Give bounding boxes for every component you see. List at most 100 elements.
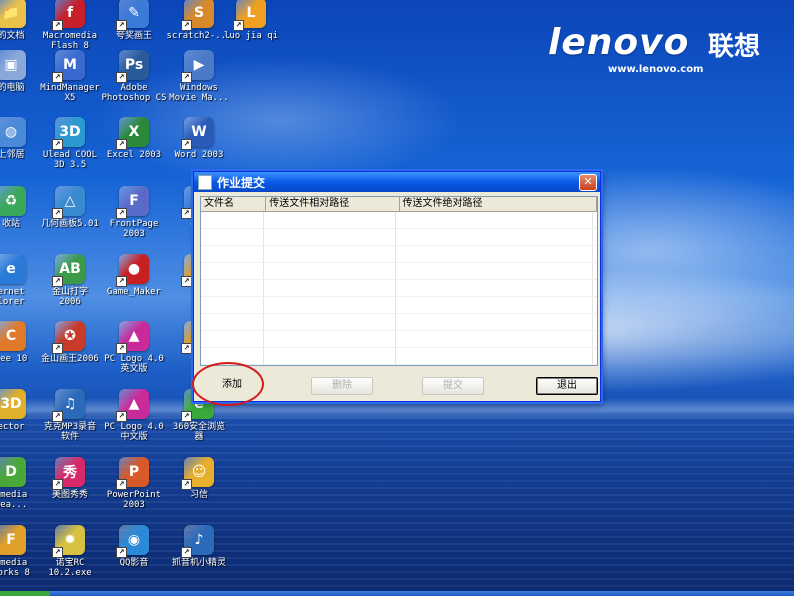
table-row[interactable] [201,348,597,365]
cool3d-icon: 3D ↗ [52,117,85,150]
table-row[interactable] [201,229,597,246]
table-header: 文件名 传送文件相对路径 传送文件绝对路径 [201,197,597,212]
desktop-icon[interactable]: ✎ ↗ 夸奖画王 [101,0,167,41]
shortcut-arrow-icon: ↗ [52,139,63,150]
table-cell [264,263,396,279]
table-row[interactable] [201,280,597,297]
shortcut-arrow-icon: ↗ [181,20,192,31]
desktop-icon[interactable]: X ↗ Excel 2003 [101,117,167,160]
desktop-icon-label: 360安全浏览 器 [172,422,226,442]
audio-capture-icon: ♪ ↗ [181,525,214,558]
table-row[interactable] [201,212,597,229]
shortcut-arrow-icon: ↗ [116,72,127,83]
desktop-icon[interactable]: ▶ ↗ Windows Movie Ma... [166,50,232,103]
desktop-icon[interactable]: ✪ ↗ 金山画王2006 [37,321,103,364]
desktop-icon-label: 抓音机小精灵 [171,558,226,568]
pclogo-cn-icon: ▲ ↗ [116,389,149,422]
shortcut-arrow-icon: ↗ [116,276,127,287]
table-cell [396,314,593,330]
taskbar[interactable] [0,591,794,596]
dreamweaver-icon: D [0,457,26,487]
desktop-icon[interactable]: AB ↗ 金山打字 2006 [37,254,103,307]
table-cell [396,229,593,245]
table-cell [264,246,396,262]
desktop-icon[interactable]: P ↗ PowerPoint 2003 [101,457,167,510]
desktop-icon-label: 几何画板5.01 [41,219,99,229]
desktop-icon-label: QQ影音 [119,558,149,568]
file-list-table[interactable]: 文件名 传送文件相对路径 传送文件绝对路径 [200,196,598,366]
desktop-icon[interactable]: 3D ↗ Ulead COOL 3D 3.5 [37,117,103,170]
dialog-titlebar[interactable]: 作业提交 ✕ [194,172,600,192]
desktop-icon-label: PC Logo 4.0 中文版 [104,422,164,442]
desktop-icon[interactable]: Ps ↗ Adobe Photoshop CS [101,50,167,103]
table-cell [201,229,264,245]
pclogo-icon: ▲ ↗ [116,321,149,354]
shortcut-arrow-icon: ↗ [181,547,192,558]
desktop-icon[interactable]: ♫ ↗ 克克MP3录音 软件 [37,389,103,442]
desktop-icon[interactable]: W ↗ Word 2003 [166,117,232,160]
desktop-icon-label: Word 2003 [174,150,224,160]
table-row[interactable] [201,263,597,280]
shortcut-arrow-icon: ↗ [116,411,127,422]
scratch-icon: S ↗ [181,0,214,31]
desktop-icon[interactable]: △ ↗ 几何画板5.01 [37,186,103,229]
desktop-icon[interactable]: ☺ ↗ 习信 [166,457,232,500]
table-cell [201,331,264,347]
lenovo-logo: lenovo [548,22,690,63]
acdsee-icon: C [0,321,26,351]
desktop-icon[interactable]: F ↗ FrontPage 2003 [101,186,167,239]
table-row[interactable] [201,331,597,348]
shortcut-arrow-icon: ↗ [52,20,63,31]
table-cell [201,212,264,228]
delete-button[interactable]: 删除 [311,377,373,395]
sketchpad-icon: △ ↗ [52,186,85,219]
table-cell [396,263,593,279]
submit-button[interactable]: 提交 [422,377,484,395]
table-body [201,212,597,365]
shortcut-arrow-icon: ↗ [116,208,127,219]
desktop-icon[interactable]: 秀 ↗ 美图秀秀 [37,457,103,500]
lenovo-logo-cn: 联想 [708,32,761,62]
desktop-icon-label: Macromedia Flash 8 [42,31,98,51]
table-cell [396,348,593,364]
desktop-icon[interactable]: ▲ ↗ PC Logo 4.0 英文版 [101,321,167,374]
desktop-icon[interactable]: f ↗ Macromedia Flash 8 [37,0,103,51]
excel-icon: X ↗ [116,117,149,150]
shortcut-arrow-icon: ↗ [181,411,192,422]
kingsoft-paint-icon: ✪ ↗ [52,321,85,354]
shortcut-arrow-icon: ↗ [181,276,192,287]
column-header-relative-path[interactable]: 传送文件相对路径 [266,197,400,211]
desktop-icon-label: 美图秀秀 [51,490,88,500]
word-icon: W ↗ [181,117,214,150]
table-cell [201,314,264,330]
director-icon: 3D [0,389,26,419]
exit-button[interactable]: 退出 [536,377,598,395]
desktop-icon[interactable]: ● ↗ Game_Maker [101,254,167,297]
shortcut-arrow-icon: ↗ [116,139,127,150]
shortcut-arrow-icon: ↗ [181,479,192,490]
column-header-filename[interactable]: 文件名 [201,197,267,211]
desktop-icon[interactable]: ♪ ↗ 抓音机小精灵 [166,525,232,568]
table-cell [396,297,593,313]
column-header-absolute-path[interactable]: 传送文件绝对路径 [400,197,597,211]
start-button[interactable] [0,591,50,596]
network-icon: ◍ [0,117,26,147]
table-row[interactable] [201,297,597,314]
shortcut-arrow-icon: ↗ [52,343,63,354]
shortcut-arrow-icon: ↗ [52,276,63,287]
desktop-icon-label: PC Logo 4.0 英文版 [104,354,164,374]
table-cell [264,331,396,347]
desktop-icon[interactable]: L ↗ luo jia qi [218,0,284,41]
desktop-icon[interactable]: ✹ ↗ 诺宝RC 10.2.exe [37,525,103,578]
shortcut-arrow-icon: ↗ [181,139,192,150]
desktop-icon[interactable]: ◉ ↗ QQ影音 [101,525,167,568]
table-row[interactable] [201,246,597,263]
desktop-icon[interactable]: M ↗ MindManager X5 [37,50,103,103]
table-row[interactable] [201,314,597,331]
desktop-icon[interactable]: ▲ ↗ PC Logo 4.0 中文版 [101,389,167,442]
close-button[interactable]: ✕ [579,174,597,191]
table-cell [396,331,593,347]
my-computer-icon: ▣ [0,50,26,80]
shortcut-arrow-icon: ↗ [181,72,192,83]
fireworks-icon: F [0,525,26,555]
